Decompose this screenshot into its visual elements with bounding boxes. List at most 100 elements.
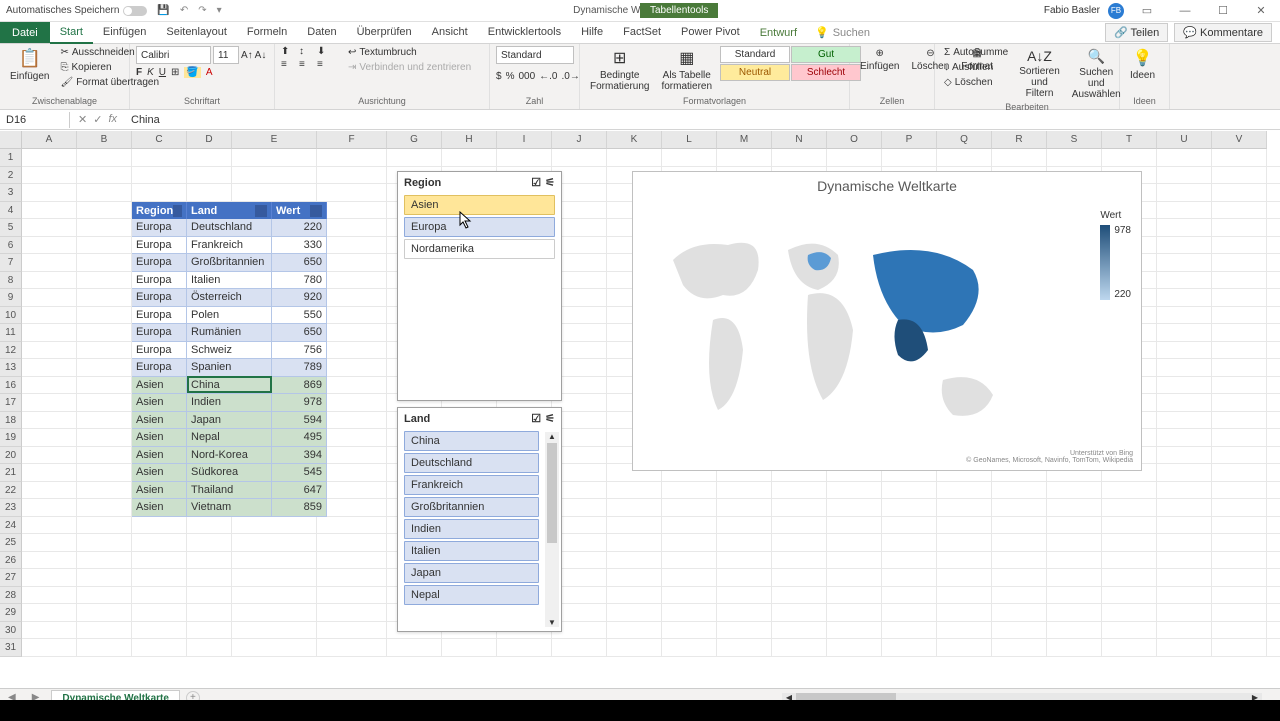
column-header[interactable]: D bbox=[187, 131, 232, 149]
cell[interactable] bbox=[1212, 499, 1267, 517]
cell[interactable] bbox=[132, 184, 187, 202]
cell[interactable] bbox=[77, 482, 132, 500]
cell[interactable] bbox=[1047, 517, 1102, 535]
cell[interactable] bbox=[772, 534, 827, 552]
cell[interactable] bbox=[317, 272, 387, 290]
cell[interactable] bbox=[827, 552, 882, 570]
cell[interactable] bbox=[132, 517, 187, 535]
cell[interactable] bbox=[772, 517, 827, 535]
cell[interactable] bbox=[132, 149, 187, 167]
cell[interactable] bbox=[132, 639, 187, 657]
cell[interactable] bbox=[992, 552, 1047, 570]
cell[interactable] bbox=[1047, 482, 1102, 500]
cell[interactable] bbox=[1212, 342, 1267, 360]
cell[interactable] bbox=[937, 604, 992, 622]
cell[interactable] bbox=[22, 552, 77, 570]
cell[interactable] bbox=[77, 517, 132, 535]
slicer-land[interactable]: Land ☑⚟ ChinaDeutschlandFrankreichGroßbr… bbox=[397, 407, 562, 632]
cell[interactable] bbox=[662, 482, 717, 500]
cell[interactable] bbox=[1267, 639, 1280, 657]
cell[interactable] bbox=[1267, 184, 1280, 202]
cell[interactable] bbox=[1212, 254, 1267, 272]
cell[interactable] bbox=[827, 517, 882, 535]
cell[interactable] bbox=[317, 552, 387, 570]
cell[interactable] bbox=[22, 499, 77, 517]
cell[interactable] bbox=[772, 604, 827, 622]
cell[interactable] bbox=[937, 639, 992, 657]
cell[interactable] bbox=[77, 342, 132, 360]
cell[interactable] bbox=[232, 639, 317, 657]
cell[interactable] bbox=[827, 622, 882, 640]
bold-button[interactable]: F bbox=[136, 67, 142, 78]
cell[interactable] bbox=[1047, 639, 1102, 657]
cell[interactable] bbox=[317, 412, 387, 430]
cell[interactable] bbox=[132, 167, 187, 185]
cell[interactable] bbox=[317, 167, 387, 185]
cell[interactable] bbox=[77, 202, 132, 220]
row-header[interactable]: 24 bbox=[0, 517, 22, 535]
tab-ansicht[interactable]: Ansicht bbox=[422, 22, 478, 44]
cell[interactable] bbox=[882, 499, 937, 517]
cell[interactable] bbox=[1157, 377, 1212, 395]
cell[interactable] bbox=[317, 622, 387, 640]
row-header[interactable]: 28 bbox=[0, 587, 22, 605]
row-header[interactable]: 26 bbox=[0, 552, 22, 570]
cell[interactable] bbox=[132, 534, 187, 552]
column-header[interactable]: K bbox=[607, 131, 662, 149]
cell[interactable] bbox=[317, 429, 387, 447]
cell[interactable] bbox=[77, 149, 132, 167]
cell[interactable] bbox=[717, 604, 772, 622]
cell[interactable] bbox=[992, 482, 1047, 500]
cell[interactable] bbox=[772, 482, 827, 500]
cell[interactable] bbox=[1157, 499, 1212, 517]
cell[interactable] bbox=[22, 149, 77, 167]
cell[interactable] bbox=[1212, 184, 1267, 202]
column-header[interactable]: P bbox=[882, 131, 937, 149]
table-row[interactable]: AsienJapan594 bbox=[132, 412, 327, 430]
column-header[interactable]: A bbox=[22, 131, 77, 149]
cell[interactable] bbox=[937, 149, 992, 167]
cell[interactable] bbox=[1212, 219, 1267, 237]
cell[interactable] bbox=[1267, 272, 1280, 290]
cell[interactable] bbox=[317, 394, 387, 412]
cell[interactable] bbox=[22, 272, 77, 290]
cell[interactable] bbox=[1102, 604, 1157, 622]
cell[interactable] bbox=[1102, 534, 1157, 552]
ideas-button[interactable]: 💡Ideen bbox=[1126, 46, 1159, 83]
cell[interactable] bbox=[992, 149, 1047, 167]
cell[interactable] bbox=[187, 184, 232, 202]
cell[interactable] bbox=[132, 604, 187, 622]
cell[interactable] bbox=[77, 447, 132, 465]
maximize-icon[interactable]: ☐ bbox=[1208, 4, 1238, 17]
cell[interactable] bbox=[77, 254, 132, 272]
cell[interactable] bbox=[1157, 254, 1212, 272]
cell[interactable] bbox=[882, 534, 937, 552]
slicer-region[interactable]: Region ☑⚟ AsienEuropaNordamerika bbox=[397, 171, 562, 401]
table-row[interactable]: AsienIndien978 bbox=[132, 394, 327, 412]
cell[interactable] bbox=[22, 359, 77, 377]
tab-formeln[interactable]: Formeln bbox=[237, 22, 297, 44]
cell[interactable] bbox=[662, 517, 717, 535]
slicer-item[interactable]: Asien bbox=[404, 195, 555, 215]
cell[interactable] bbox=[882, 622, 937, 640]
cell[interactable] bbox=[1157, 569, 1212, 587]
cell[interactable] bbox=[22, 307, 77, 325]
fill-color-button[interactable]: 🪣 bbox=[184, 67, 200, 78]
cell[interactable] bbox=[1157, 272, 1212, 290]
cell[interactable] bbox=[22, 394, 77, 412]
table-row[interactable]: EuropaRumänien650 bbox=[132, 324, 327, 342]
row-header[interactable]: 3 bbox=[0, 184, 22, 202]
cell[interactable] bbox=[882, 639, 937, 657]
cell[interactable] bbox=[232, 534, 317, 552]
cell[interactable] bbox=[317, 359, 387, 377]
cell[interactable] bbox=[717, 569, 772, 587]
cell[interactable] bbox=[22, 324, 77, 342]
cell[interactable] bbox=[1267, 289, 1280, 307]
cell[interactable] bbox=[607, 622, 662, 640]
column-header[interactable]: Q bbox=[937, 131, 992, 149]
cell[interactable] bbox=[1047, 569, 1102, 587]
cell[interactable] bbox=[317, 464, 387, 482]
cell[interactable] bbox=[1212, 412, 1267, 430]
cell[interactable] bbox=[607, 587, 662, 605]
cell[interactable] bbox=[717, 552, 772, 570]
